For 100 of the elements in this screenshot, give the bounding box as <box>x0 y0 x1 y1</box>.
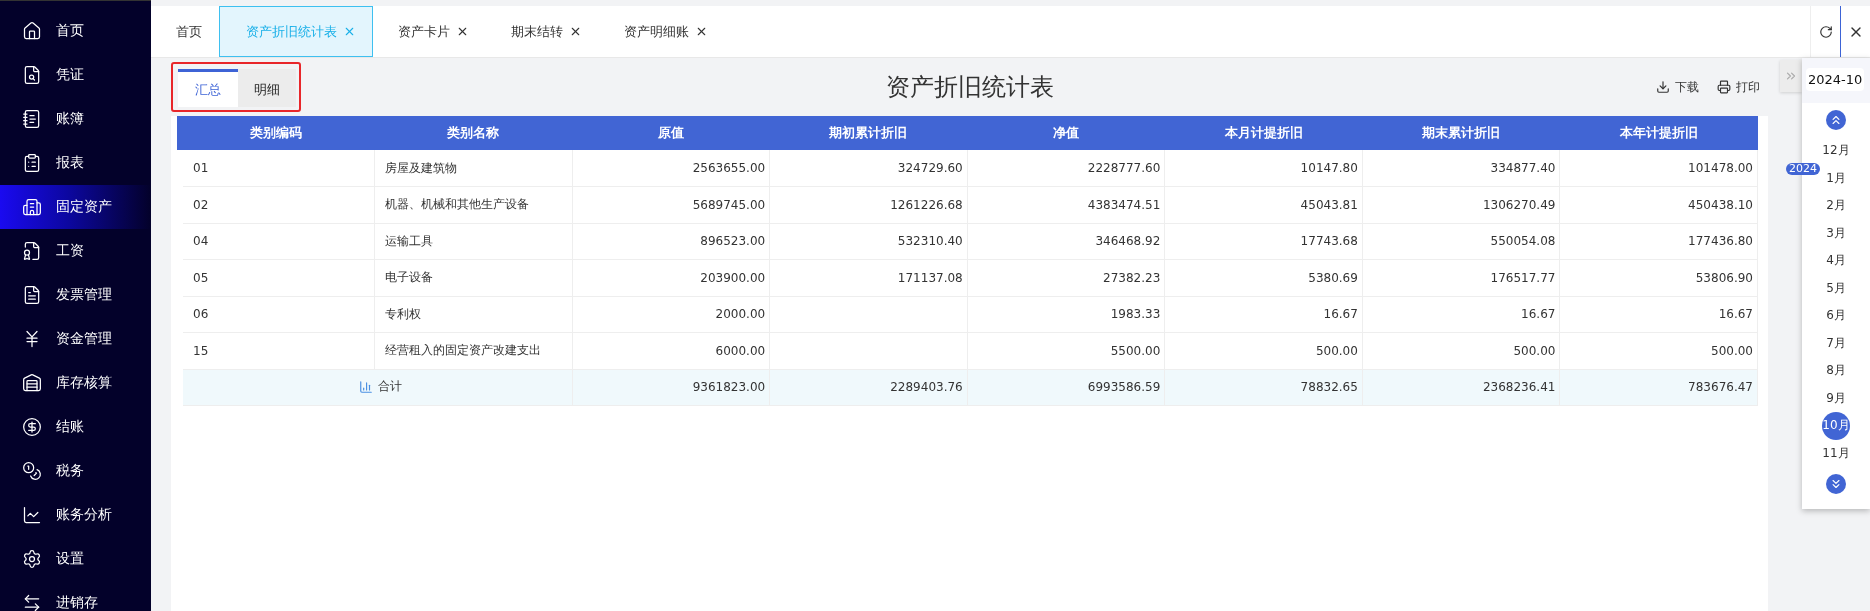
month-item[interactable]: 6月 <box>1822 302 1850 330</box>
month-item[interactable]: 2月 <box>1822 192 1850 220</box>
table-cell: 171137.08 <box>769 259 968 296</box>
table-cell: 1983.33 <box>967 296 1165 333</box>
table-cell: 17743.68 <box>1164 223 1363 260</box>
sidebar-item[interactable]: 报表 <box>0 141 151 185</box>
month-item[interactable]: 1月 <box>1822 164 1850 192</box>
sidebar-item[interactable]: 凭证 <box>0 53 151 97</box>
table-cell: 电子设备 <box>374 259 573 296</box>
table-cell: 2228777.60 <box>967 150 1165 187</box>
sidebar-item[interactable]: 固定资产 <box>0 185 151 229</box>
table-cell: 27382.23 <box>967 259 1165 296</box>
month-item[interactable]: 12月 <box>1822 137 1850 165</box>
table-cell: 16.67 <box>1362 296 1560 333</box>
refresh-icon <box>1818 24 1833 39</box>
scroll-up-button[interactable] <box>1826 110 1846 130</box>
column-header: 类别编码 <box>177 116 375 150</box>
column-header: 期末累计折旧 <box>1362 116 1560 150</box>
table-cell: 783676.47 <box>1559 369 1758 406</box>
table-cell: 203900.00 <box>572 259 770 296</box>
close-icon[interactable] <box>569 25 582 38</box>
download-icon <box>1656 80 1670 94</box>
coin-circle-icon <box>22 417 42 437</box>
transfer-icon <box>22 593 42 611</box>
table-cell: 9361823.00 <box>572 369 770 406</box>
month-item[interactable]: 8月 <box>1822 357 1850 385</box>
table-cell: 运输工具 <box>374 223 573 260</box>
table-cell: 45043.81 <box>1164 186 1363 223</box>
month-item[interactable]: 9月 <box>1822 384 1850 412</box>
date-field[interactable]: 2024-10 <box>1806 68 1865 91</box>
table-cell: 101478.00 <box>1559 150 1758 187</box>
table-cell: 机器、机械和其他生产设备 <box>374 186 573 223</box>
column-header: 本月计提折旧 <box>1164 116 1363 150</box>
sidebar-item[interactable]: 税务 <box>0 449 151 493</box>
table-cell: 550054.08 <box>1362 223 1560 260</box>
close-icon[interactable] <box>695 25 708 38</box>
sidebar-item[interactable]: 进销存 <box>0 581 151 611</box>
bar-chart-icon <box>358 379 373 394</box>
table-cell: 324729.60 <box>769 150 968 187</box>
total-label: 合计 <box>377 378 402 395</box>
table-cell: 1261226.68 <box>769 186 968 223</box>
column-header: 本年计提折旧 <box>1559 116 1758 150</box>
table-cell: 346468.92 <box>967 223 1165 260</box>
clipboard-icon <box>22 153 42 173</box>
download-button[interactable]: 下载 <box>1656 78 1699 96</box>
home-icon <box>22 21 42 41</box>
table-cell: 78832.65 <box>1164 369 1363 406</box>
table-cell: 532310.40 <box>769 223 968 260</box>
warehouse-icon <box>22 373 42 393</box>
table-cell: 2563655.00 <box>572 150 770 187</box>
sidebar-item[interactable]: 发票管理 <box>0 273 151 317</box>
sidebar-item[interactable]: 结账 <box>0 405 151 449</box>
month-item[interactable]: 5月 <box>1822 274 1850 302</box>
view-tab[interactable]: 汇总 <box>178 69 238 107</box>
month-item[interactable]: 3月 <box>1822 219 1850 247</box>
settings-icon <box>22 549 42 569</box>
column-header: 原值 <box>572 116 770 150</box>
month-item[interactable]: 4月 <box>1822 247 1850 275</box>
table-cell: 176517.77 <box>1362 259 1560 296</box>
table-cell: 450438.10 <box>1559 186 1758 223</box>
column-header: 净值 <box>967 116 1165 150</box>
month-item[interactable]: 7月 <box>1822 329 1850 357</box>
table-cell: 房屋及建筑物 <box>374 150 573 187</box>
sidebar-item[interactable]: 账簿 <box>0 97 151 141</box>
close-icon[interactable] <box>456 25 469 38</box>
table-cell: 5689745.00 <box>572 186 770 223</box>
month-item[interactable]: 10月 <box>1822 412 1850 440</box>
scroll-down-button[interactable] <box>1826 474 1846 494</box>
table-cell: 2000.00 <box>572 296 770 333</box>
column-header: 类别名称 <box>374 116 573 150</box>
table-cell: 6993586.59 <box>967 369 1165 406</box>
sidebar-item[interactable]: 账务分析 <box>0 493 151 537</box>
table-cell: 2368236.41 <box>1362 369 1560 406</box>
coins-icon <box>22 461 42 481</box>
sidebar-item[interactable]: 库存核算 <box>0 361 151 405</box>
table-cell: 5380.69 <box>1164 259 1363 296</box>
table-cell: 6000.00 <box>572 332 770 369</box>
table-cell: 53806.90 <box>1559 259 1758 296</box>
sidebar-item[interactable]: 设置 <box>0 537 151 581</box>
table-cell: 500.00 <box>1164 332 1363 369</box>
line-chart-icon <box>22 505 42 525</box>
table-cell: 经营租入的固定资产改建支出 <box>374 332 573 369</box>
table-cell: 4383474.51 <box>967 186 1165 223</box>
month-item[interactable]: 11月 <box>1822 439 1850 467</box>
table-cell: 16.67 <box>1559 296 1758 333</box>
sidebar-item[interactable]: 资金管理 <box>0 317 151 361</box>
document-icon <box>22 285 42 305</box>
sidebar-item[interactable]: 首页 <box>0 9 151 53</box>
report-title: 资产折旧统计表 <box>885 72 1054 103</box>
double-chevron-up-icon <box>1829 113 1843 127</box>
table-cell: 5500.00 <box>967 332 1165 369</box>
table-cell: 177436.80 <box>1559 223 1758 260</box>
table-cell: 16.67 <box>1164 296 1363 333</box>
double-chevron-down-icon <box>1829 477 1843 491</box>
print-button[interactable]: 打印 <box>1717 78 1760 96</box>
notebook-icon <box>22 109 42 129</box>
view-tab[interactable]: 明细 <box>238 69 296 107</box>
building-icon <box>22 197 42 217</box>
sidebar-item[interactable]: 工资 <box>0 229 151 273</box>
table-cell: 334877.40 <box>1362 150 1560 187</box>
